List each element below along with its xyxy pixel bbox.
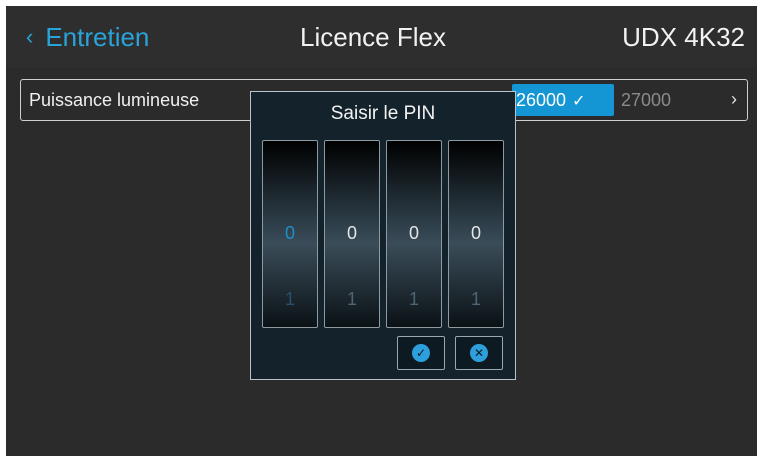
- digit-next: 1: [284, 289, 295, 309]
- check-circle-icon: ✓: [412, 344, 430, 362]
- screen: ‹ Entretien Licence Flex UDX 4K32 Puissan…: [6, 6, 757, 456]
- chevron-left-icon: ‹: [26, 24, 34, 49]
- close-circle-icon: ✕: [470, 344, 488, 362]
- cancel-button[interactable]: ✕: [455, 336, 503, 370]
- digit-current: 0: [470, 223, 481, 243]
- next-value[interactable]: 27000: [621, 88, 671, 112]
- pin-digit-2[interactable]: 0 1: [324, 140, 380, 328]
- page-title: Licence Flex: [300, 22, 446, 52]
- device-model: UDX 4K32: [622, 22, 745, 52]
- check-icon: ✓: [572, 93, 586, 110]
- digit-next: 1: [470, 289, 481, 309]
- selected-value[interactable]: 26000 ✓: [512, 84, 614, 116]
- back-label: Entretien: [45, 22, 150, 52]
- digit-current: 0: [284, 223, 295, 243]
- back-button[interactable]: ‹ Entretien: [26, 18, 149, 58]
- digit-current: 0: [408, 223, 419, 243]
- pin-digit-4[interactable]: 0 1: [448, 140, 504, 328]
- selected-value-text: 26000: [516, 90, 567, 110]
- chevron-right-icon[interactable]: ›: [731, 87, 737, 111]
- pin-digit-3[interactable]: 0 1: [386, 140, 442, 328]
- digit-current: 0: [346, 223, 357, 243]
- digit-next: 1: [408, 289, 419, 309]
- confirm-button[interactable]: ✓: [397, 336, 445, 370]
- setting-label: Puissance lumineuse: [29, 90, 200, 110]
- pin-dialog: Saisir le PIN 0 1 0 1 0 1 0 1 ✓ ✕: [250, 91, 516, 380]
- header-bar: ‹ Entretien Licence Flex UDX 4K32: [6, 6, 757, 68]
- digit-next: 1: [346, 289, 357, 309]
- pin-digit-1[interactable]: 0 1: [262, 140, 318, 328]
- dialog-title: Saisir le PIN: [330, 103, 436, 124]
